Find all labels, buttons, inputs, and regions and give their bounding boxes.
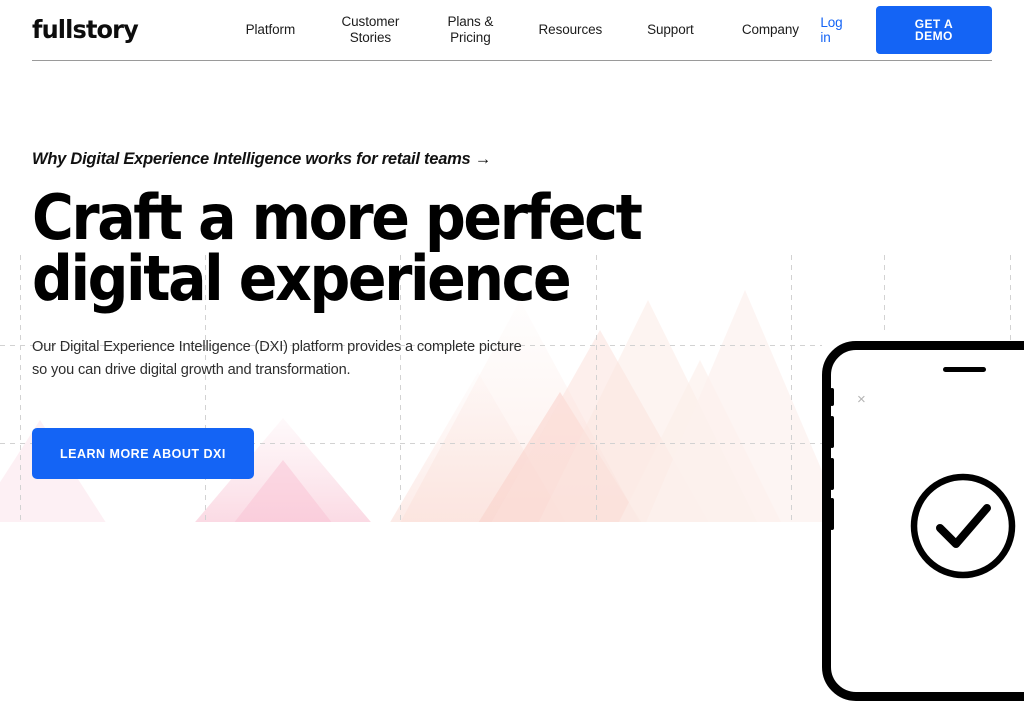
nav-item-support[interactable]: Support [620,22,720,38]
phone-frame: × [822,341,1024,701]
nav-item-plans-pricing[interactable]: Plans & Pricing [420,14,520,47]
login-link[interactable]: Log in [820,15,856,45]
phone-side-button [830,458,834,490]
hero-subcopy: Our Digital Experience Intelligence (DXI… [32,338,522,379]
nav-item-resources[interactable]: Resources [520,22,620,38]
phone-side-button [830,498,834,530]
nav-item-company[interactable]: Company [720,22,820,38]
learn-more-about-dxi-button[interactable]: LEARN MORE ABOUT DXI [32,428,254,480]
page-title: Craft a more perfect digital experience [32,181,643,316]
header-actions: Log in GET A DEMO [820,6,992,54]
site-header: fullstory Platform Customer Stories Plan… [0,0,1024,61]
hero-eyebrow-link[interactable]: Why Digital Experience Intelligence work… [32,150,491,169]
phone-mockup: × [818,338,1024,701]
phone-side-button [830,416,834,448]
primary-navigation: Platform Customer Stories Plans & Pricin… [220,14,820,47]
nav-item-customer-stories[interactable]: Customer Stories [320,14,420,47]
phone-speaker-grille [943,367,986,372]
nav-item-platform[interactable]: Platform [220,22,320,38]
header-inner: fullstory Platform Customer Stories Plan… [32,0,992,61]
hero-section: Why Digital Experience Intelligence work… [32,150,732,480]
check-circle-icon [910,473,1016,579]
get-a-demo-button[interactable]: GET A DEMO [875,6,992,54]
close-icon[interactable]: × [857,392,866,407]
fullstory-logo[interactable]: fullstory [32,17,139,42]
phone-side-button [830,388,834,406]
